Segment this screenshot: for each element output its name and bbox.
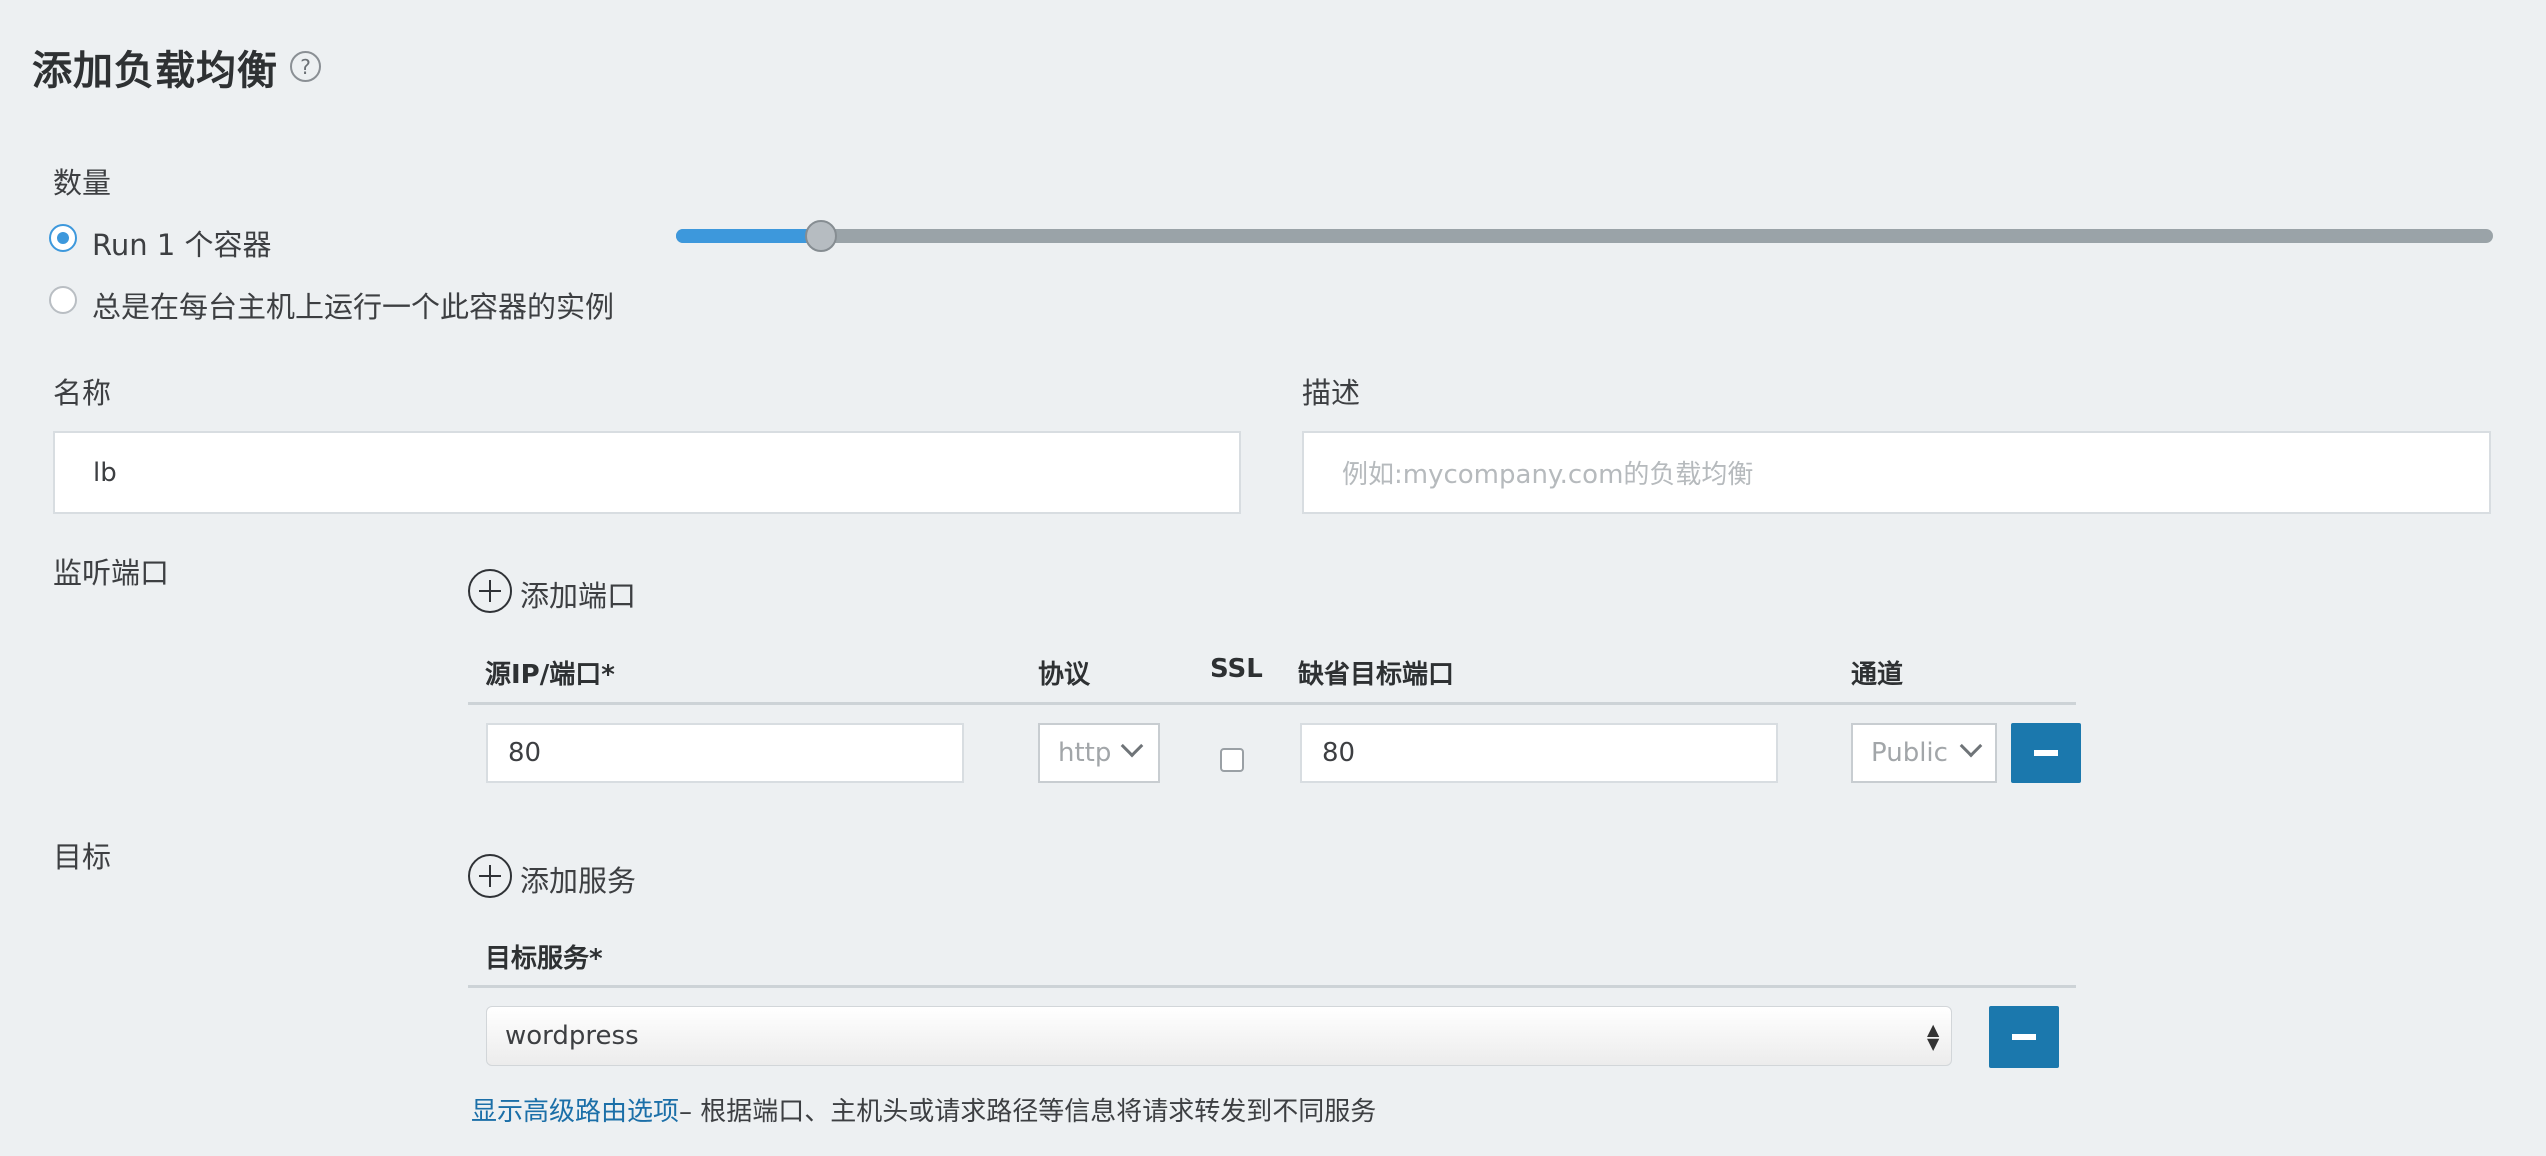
targets-header-divider xyxy=(468,985,2076,988)
chevron-down-icon xyxy=(1959,734,1983,758)
radio-global[interactable] xyxy=(49,286,77,314)
plus-circle-icon xyxy=(468,854,512,898)
port-row: 80 http 80 Public xyxy=(468,720,2086,788)
show-advanced-routing-link[interactable]: 显示高级路由选项 xyxy=(471,1097,679,1127)
channel-value: Public xyxy=(1871,738,1948,768)
description-label: 描述 xyxy=(1302,376,1361,410)
add-load-balancer-page: 添加负载均衡 ? 数量 Run 1 个容器 总是在每台主机上运行一个此容器的实例… xyxy=(0,0,2546,1156)
scale-slider-handle[interactable] xyxy=(805,220,838,252)
col-ssl: SSL xyxy=(1210,654,1263,684)
add-port-label: 添加端口 xyxy=(520,579,637,613)
ports-label: 监听端口 xyxy=(53,556,170,590)
add-service-button[interactable]: 添加服务 xyxy=(468,853,688,901)
radio-run-one-label: Run 1 个容器 xyxy=(92,228,272,262)
radio-global-label: 总是在每台主机上运行一个此容器的实例 xyxy=(92,290,615,324)
targets-label: 目标 xyxy=(53,840,112,874)
add-service-label: 添加服务 xyxy=(520,864,637,898)
target-service-value: wordpress xyxy=(505,1021,639,1051)
add-port-button[interactable]: 添加端口 xyxy=(468,568,688,616)
scale-slider-fill xyxy=(676,229,822,243)
target-port-input[interactable]: 80 xyxy=(1300,723,1778,783)
scale-label: 数量 xyxy=(53,166,112,200)
name-label: 名称 xyxy=(53,376,112,410)
select-updown-icon: ▲ ▼ xyxy=(1927,1020,1940,1053)
description-input[interactable]: 例如:mycompany.com的负载均衡 xyxy=(1302,431,2491,514)
remove-service-button[interactable] xyxy=(1989,1006,2059,1068)
protocol-value: http xyxy=(1058,738,1112,768)
help-icon[interactable]: ? xyxy=(290,51,321,82)
ssl-checkbox[interactable] xyxy=(1220,748,1244,772)
col-target-service: 目标服务* xyxy=(485,944,603,974)
col-default-target-port: 缺省目标端口 xyxy=(1298,660,1455,690)
remove-port-button[interactable] xyxy=(2011,723,2081,783)
col-protocol: 协议 xyxy=(1038,660,1091,690)
page-title: 添加负载均衡 xyxy=(32,48,278,94)
scale-slider-track[interactable] xyxy=(676,229,2493,243)
channel-select[interactable]: Public xyxy=(1851,723,1997,783)
col-source-ip-port: 源IP/端口* xyxy=(485,660,615,690)
advanced-routing-line: 显示高级路由选项– 根据端口、主机头或请求路径等信息将请求转发到不同服务 xyxy=(471,1091,1376,1127)
col-channel: 通道 xyxy=(1851,660,1904,690)
source-port-input[interactable]: 80 xyxy=(486,723,964,783)
radio-run-one[interactable] xyxy=(49,224,77,252)
target-service-select[interactable]: wordpress ▲ ▼ xyxy=(486,1006,1952,1066)
name-input[interactable]: lb xyxy=(53,431,1241,514)
plus-circle-icon xyxy=(468,569,512,613)
advanced-routing-note: – 根据端口、主机头或请求路径等信息将请求转发到不同服务 xyxy=(679,1097,1377,1127)
protocol-select[interactable]: http xyxy=(1038,723,1160,783)
ports-header-divider xyxy=(468,702,2076,705)
chevron-down-icon xyxy=(1120,734,1144,758)
